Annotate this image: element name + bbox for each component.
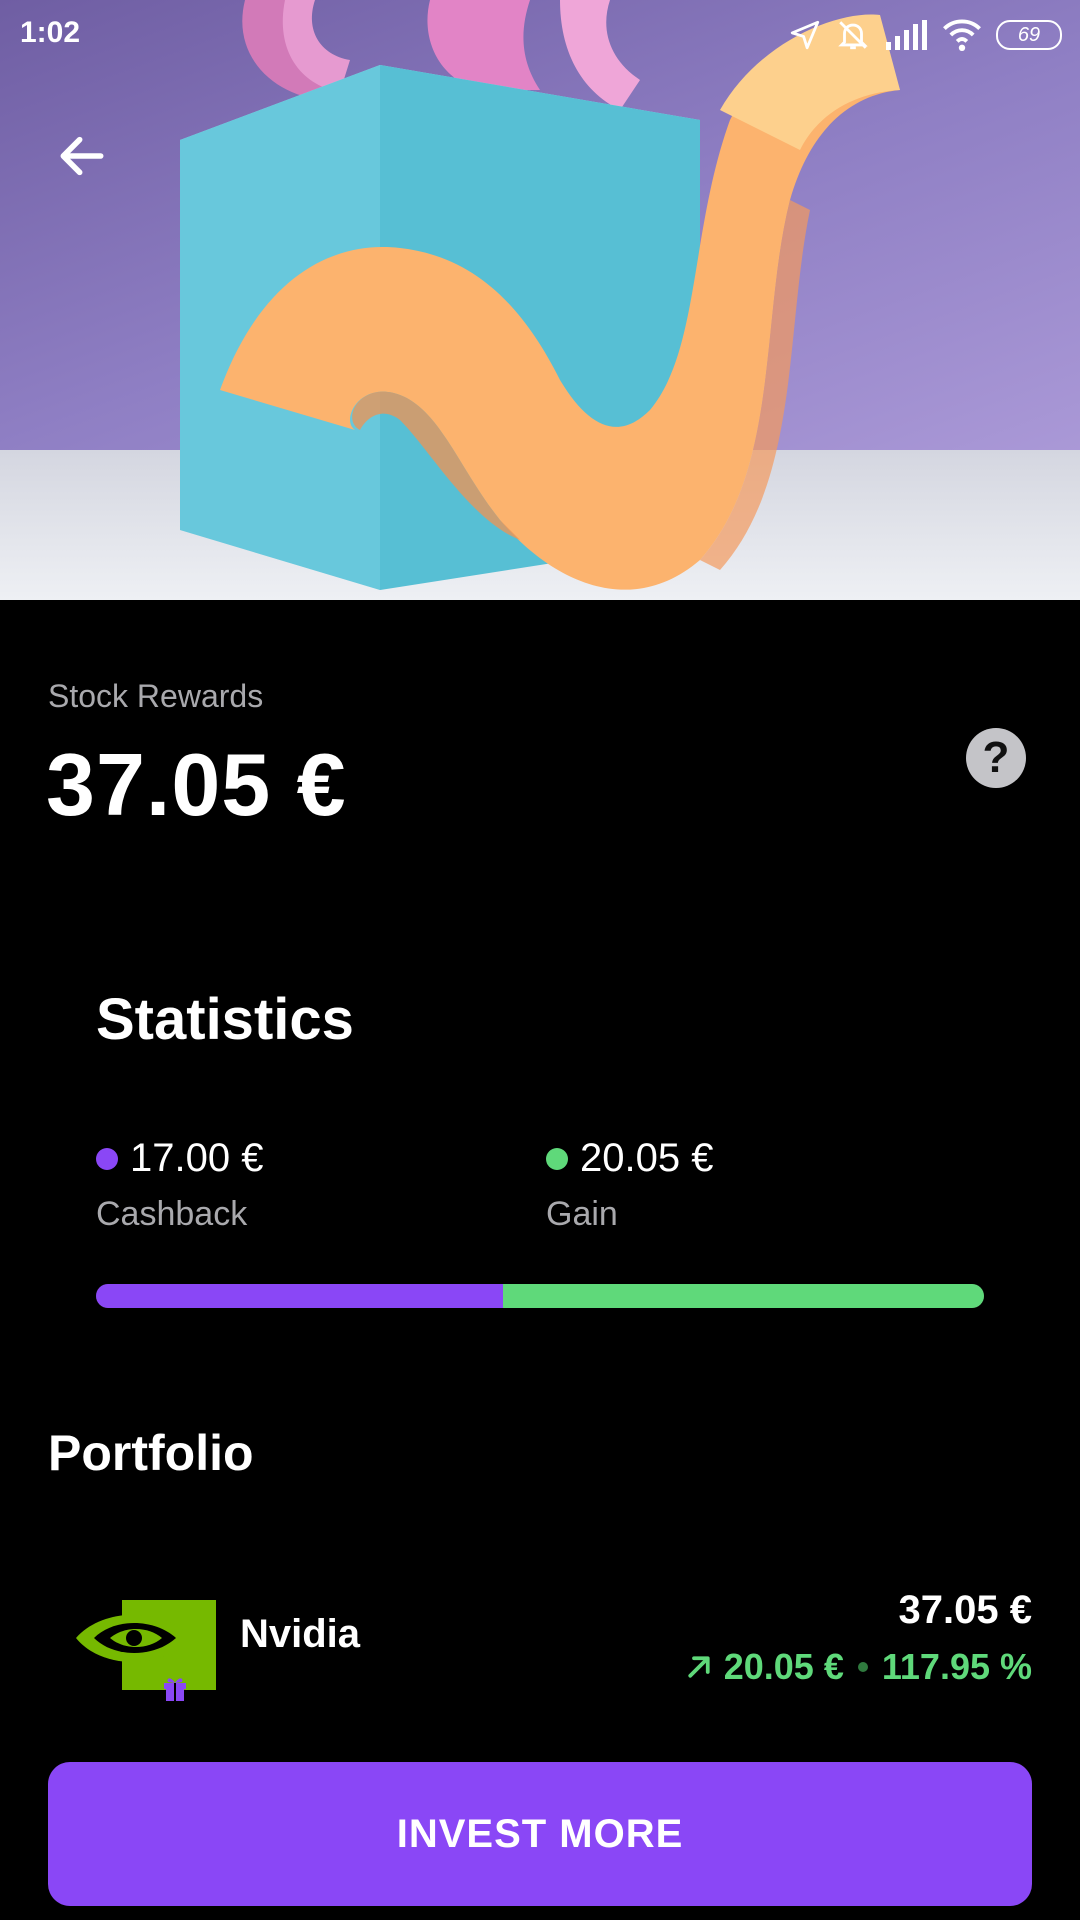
holding-row-nvidia[interactable]: Nvidia 37.05 € 20.05 € 117.95 % [48, 1570, 1032, 1710]
gift-icon [164, 1678, 186, 1701]
statistics-title: Statistics [96, 987, 354, 1052]
nvidia-logo-icon [76, 1600, 216, 1690]
rewards-split-bar [96, 1284, 984, 1308]
gift-box-illustration [180, 0, 900, 590]
rewards-amount: 37.05 € [46, 735, 347, 834]
back-button[interactable] [46, 120, 118, 192]
holding-value: 37.05 € [898, 1588, 1032, 1632]
gain-value: 20.05 € [580, 1136, 714, 1180]
gain-dot [546, 1147, 568, 1170]
status-icons: 69 [788, 18, 1062, 52]
battery-level: 69 [1017, 23, 1041, 46]
gain-segment [502, 1284, 984, 1308]
arrow-up-right-icon [688, 1656, 710, 1678]
stat-cashback: 17.00 € Cashback [96, 1136, 263, 1234]
battery-icon: 69 [996, 20, 1062, 50]
invest-more-button[interactable]: INVEST MORE [48, 1762, 1032, 1906]
status-bar: 1:02 69 [0, 0, 1080, 74]
cashback-segment [96, 1284, 503, 1308]
holding-gain-percent: 117.95 % [881, 1646, 1032, 1687]
portfolio-title: Portfolio [48, 1425, 254, 1481]
holding-gain: 20.05 € 117.95 % [684, 1646, 1032, 1688]
help-button[interactable]: ? [966, 728, 1026, 788]
bell-off-icon [838, 21, 868, 50]
wifi-icon [943, 19, 981, 51]
signal-icon [886, 20, 927, 50]
cashback-value: 17.00 € [130, 1136, 264, 1180]
gain-label: Gain [546, 1195, 618, 1233]
arrow-left-icon [60, 136, 104, 176]
holding-name: Nvidia [240, 1612, 361, 1656]
cashback-dot [96, 1147, 118, 1170]
stat-gain: 20.05 € Gain [546, 1136, 713, 1234]
cashback-label: Cashback [96, 1195, 248, 1233]
hero-image [0, 0, 1080, 600]
rewards-label: Stock Rewards [48, 678, 264, 714]
status-time: 1:02 [20, 16, 81, 49]
question-icon: ? [982, 733, 1010, 782]
holding-gain-amount: 20.05 € [723, 1646, 844, 1687]
separator-dot [857, 1662, 868, 1672]
location-icon [790, 20, 820, 50]
